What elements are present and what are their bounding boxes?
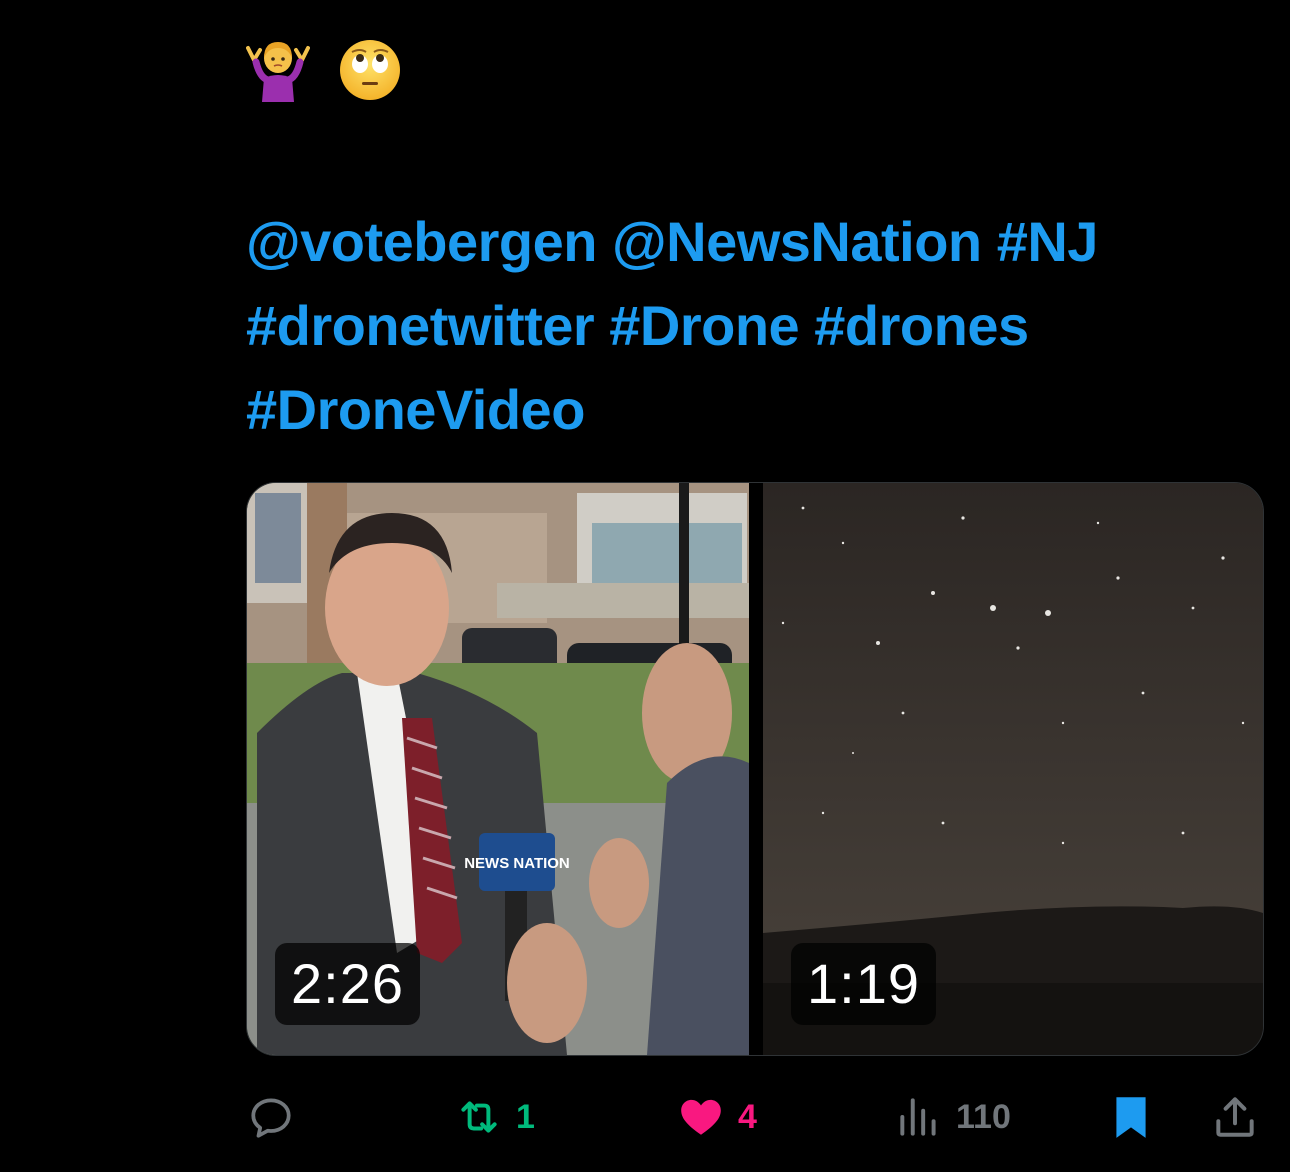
- retweet-count: 1: [516, 1097, 535, 1136]
- hashtag-link[interactable]: #NJ: [997, 210, 1099, 273]
- share-button[interactable]: [1210, 1088, 1260, 1146]
- hashtag-link[interactable]: #Drone: [609, 294, 799, 357]
- hashtag-link[interactable]: #drones: [814, 294, 1029, 357]
- like-count: 4: [738, 1097, 757, 1136]
- mic-flag-label: NEWS NATION: [464, 855, 570, 872]
- views-count: 110: [956, 1097, 1011, 1136]
- hashtag-link[interactable]: #DroneVideo: [246, 378, 585, 441]
- bookmark-button[interactable]: [1106, 1088, 1156, 1146]
- video-duration-badge: 1:19: [791, 943, 936, 1025]
- emoji-row: [246, 38, 402, 102]
- video-thumbnail-night-sky[interactable]: 1:19: [763, 483, 1263, 1055]
- bookmark-icon: [1116, 1097, 1146, 1138]
- face-with-rolling-eyes-emoji: [340, 40, 400, 100]
- video-duration-badge: 2:26: [275, 943, 420, 1025]
- reply-button[interactable]: [246, 1088, 296, 1146]
- heart-icon: [681, 1099, 721, 1135]
- retweet-icon: [461, 1101, 497, 1133]
- views-button[interactable]: 110: [894, 1088, 1011, 1146]
- reply-icon: [251, 1098, 291, 1138]
- tweet-text: @votebergen @NewsNation #NJ #dronetwitte…: [246, 200, 1256, 452]
- views-icon: [900, 1098, 936, 1136]
- mention-link[interactable]: @votebergen: [246, 210, 597, 273]
- media-grid: NEWS NATION 2:26 1:19: [246, 482, 1264, 1056]
- video-thumbnail-interview[interactable]: NEWS NATION 2:26: [247, 483, 749, 1055]
- share-icon: [1216, 1097, 1254, 1137]
- retweet-button[interactable]: 1: [454, 1088, 535, 1146]
- hashtag-link[interactable]: #dronetwitter: [246, 294, 595, 357]
- like-button[interactable]: 4: [676, 1088, 757, 1146]
- person-shrugging-emoji: [246, 42, 310, 102]
- mention-link[interactable]: @NewsNation: [612, 210, 982, 273]
- tweet-action-bar: 1 4 110: [246, 1088, 1260, 1146]
